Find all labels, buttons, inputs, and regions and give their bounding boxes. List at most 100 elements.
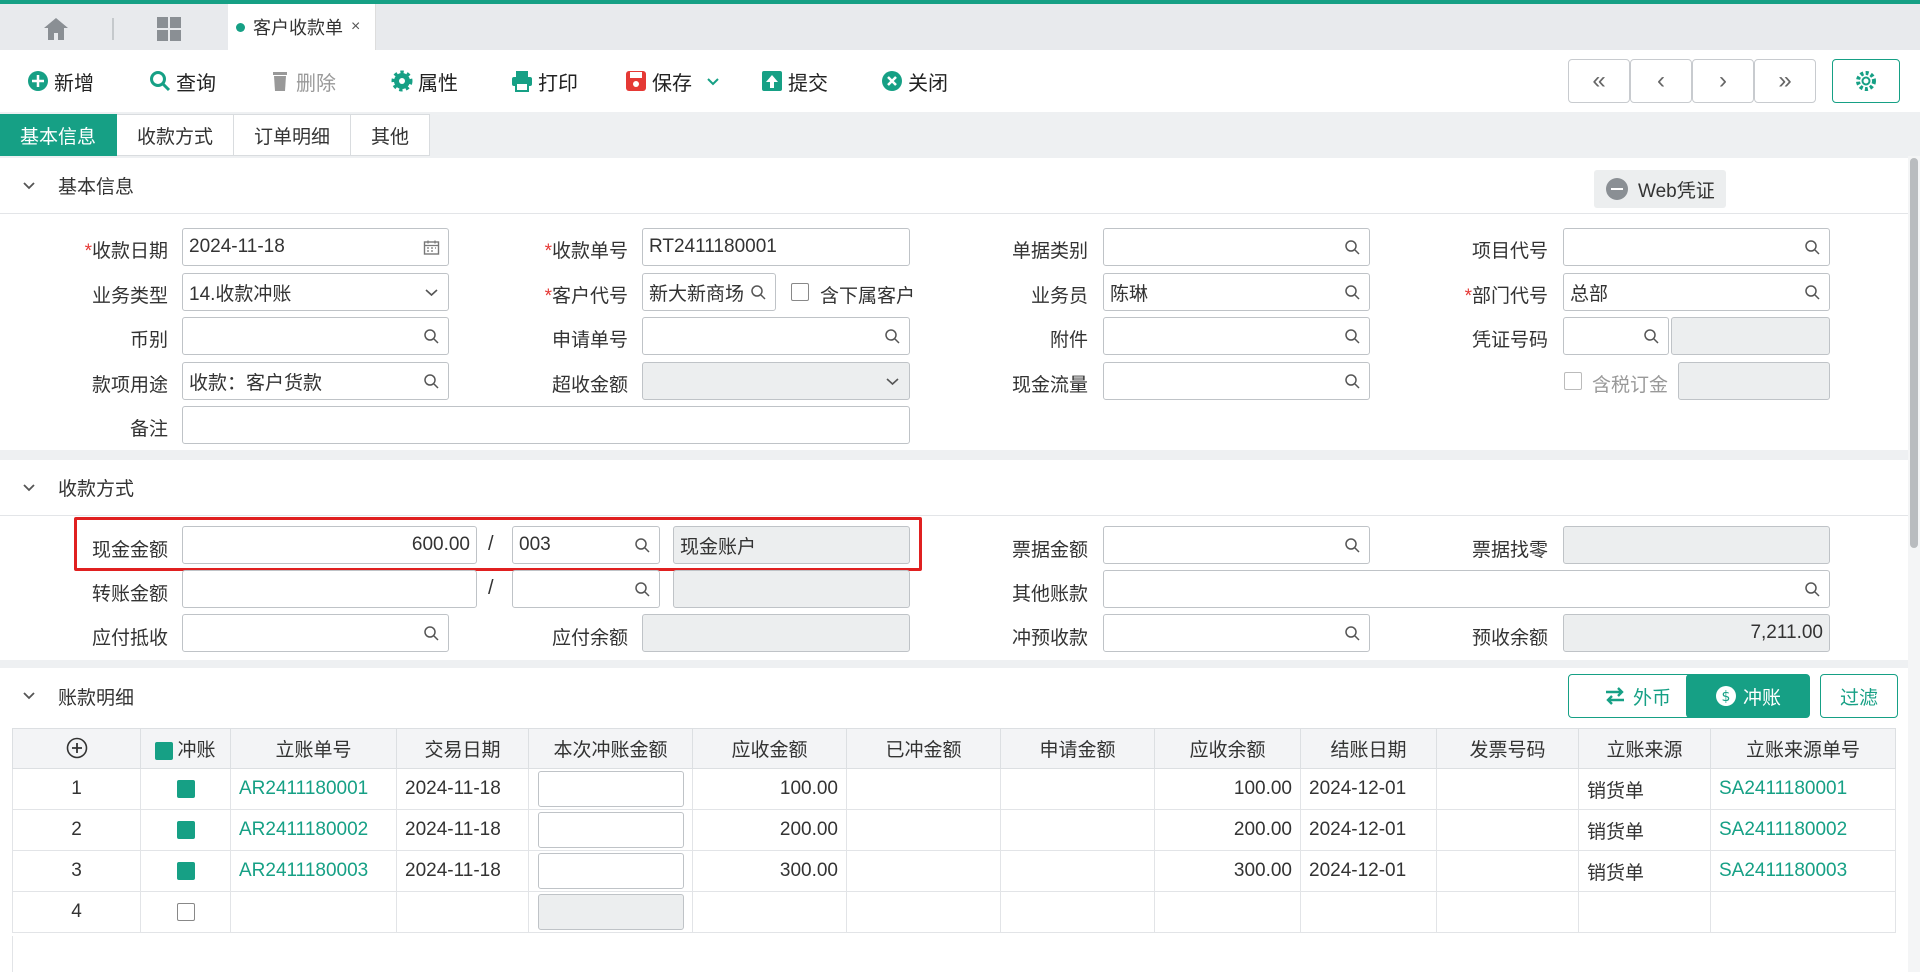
apply-no-field[interactable]	[642, 317, 910, 355]
payable-offset-field[interactable]	[182, 614, 449, 652]
search-icon[interactable]	[1344, 284, 1361, 301]
chevron-down-icon[interactable]	[704, 72, 722, 90]
include-sub-customer-checkbox[interactable]	[791, 283, 809, 301]
col-close-date[interactable]: 结账日期	[1300, 728, 1437, 769]
search-icon[interactable]	[884, 328, 901, 345]
new-button[interactable]: 新增	[26, 65, 94, 97]
close-button[interactable]: 关闭	[880, 65, 948, 97]
calendar-icon[interactable]	[423, 239, 440, 256]
save-button[interactable]: 保存	[624, 65, 722, 97]
settle-amount-input[interactable]	[537, 894, 684, 930]
row-settle-checkbox[interactable]	[176, 820, 195, 839]
remark-field[interactable]	[182, 406, 910, 444]
search-icon[interactable]	[1344, 328, 1361, 345]
first-record-button[interactable]: «	[1568, 59, 1630, 103]
col-source[interactable]: 立账来源	[1578, 728, 1711, 769]
search-icon[interactable]	[423, 328, 440, 345]
source-no-link[interactable]: SA2411180003	[1710, 850, 1896, 892]
tab-payment-method[interactable]: 收款方式	[117, 114, 235, 156]
other-payment-field[interactable]	[1103, 570, 1830, 608]
settle-amount-input[interactable]	[537, 812, 684, 848]
cash-flow-field[interactable]	[1103, 362, 1370, 400]
delete-button[interactable]: 删除	[268, 65, 336, 97]
filter-button[interactable]: 过滤	[1820, 674, 1898, 718]
search-icon[interactable]	[423, 625, 440, 642]
close-tab-icon[interactable]: ×	[351, 18, 360, 36]
prev-record-button[interactable]: ‹	[1630, 59, 1692, 103]
col-settle[interactable]: 冲账	[140, 728, 231, 769]
row-settle-checkbox[interactable]	[176, 861, 195, 880]
col-settled[interactable]: 已冲金额	[846, 728, 1001, 769]
settle-button[interactable]: $ 冲账	[1686, 674, 1810, 718]
source-no-link[interactable]: SA2411180001	[1710, 768, 1896, 810]
ar-no-link[interactable]: AR2411180002	[230, 809, 397, 851]
tax-deposit-checkbox[interactable]	[1564, 372, 1582, 390]
query-button[interactable]: 查询	[148, 65, 216, 97]
add-row-header[interactable]	[12, 728, 141, 769]
scrollbar-thumb[interactable]	[1910, 158, 1918, 548]
ar-no-link[interactable]	[230, 891, 397, 933]
prepay-offset-field[interactable]	[1103, 614, 1370, 652]
add-circle-icon[interactable]	[66, 737, 88, 759]
apps-grid-icon[interactable]	[156, 16, 182, 42]
select-all-checkbox[interactable]	[155, 741, 174, 760]
tab-other[interactable]: 其他	[351, 114, 431, 156]
search-icon[interactable]	[1344, 239, 1361, 256]
col-ar-no[interactable]: 立账单号	[230, 728, 397, 769]
purpose-field[interactable]: 收款：客户货款	[182, 362, 449, 400]
settings-button[interactable]	[1832, 59, 1900, 103]
customer-code-field[interactable]: 新大新商场	[642, 273, 776, 311]
web-voucher-button[interactable]: Web凭证	[1594, 170, 1726, 208]
row-settle-checkbox[interactable]	[176, 779, 195, 798]
payment-header[interactable]: 收款方式	[0, 460, 1908, 516]
ar-no-link[interactable]: AR2411180001	[230, 768, 397, 810]
col-invoice-no[interactable]: 发票号码	[1436, 728, 1579, 769]
search-icon[interactable]	[634, 581, 651, 598]
search-icon[interactable]	[423, 373, 440, 390]
col-balance[interactable]: 应收余额	[1154, 728, 1301, 769]
receipt-no-field[interactable]: RT2411180001	[642, 228, 910, 266]
home-icon[interactable]	[40, 16, 72, 42]
settle-amount-input[interactable]	[537, 771, 684, 807]
search-icon[interactable]	[1804, 239, 1821, 256]
tab-order-detail[interactable]: 订单明细	[234, 114, 352, 156]
search-icon[interactable]	[1643, 328, 1660, 345]
row-settle-checkbox[interactable]	[176, 902, 195, 921]
salesperson-field[interactable]: 陈琳	[1103, 273, 1370, 311]
attachment-field[interactable]	[1103, 317, 1370, 355]
transfer-account-code-field[interactable]	[512, 570, 660, 608]
dept-code-field[interactable]: 总部	[1563, 273, 1830, 311]
col-receivable[interactable]: 应收金额	[692, 728, 847, 769]
table-row[interactable]: 4	[12, 891, 1896, 933]
search-icon[interactable]	[1344, 373, 1361, 390]
ar-no-link[interactable]: AR2411180003	[230, 850, 397, 892]
search-icon[interactable]	[1804, 581, 1821, 598]
tab-basic-info[interactable]: 基本信息	[0, 114, 118, 156]
doc-type-field[interactable]	[1103, 228, 1370, 266]
transfer-amount-field[interactable]	[182, 570, 477, 608]
next-record-button[interactable]: ›	[1692, 59, 1754, 103]
bill-amount-field[interactable]	[1103, 526, 1370, 564]
settle-amount-input[interactable]	[537, 853, 684, 889]
voucher-no-field[interactable]	[1563, 317, 1669, 355]
table-row[interactable]: 2 AR2411180002 2024-11-18 200.00 200.00 2024-…	[12, 809, 1896, 851]
submit-button[interactable]: 提交	[760, 65, 828, 97]
properties-button[interactable]: 属性	[390, 65, 458, 97]
table-row[interactable]: 1 AR2411180001 2024-11-18 100.00 100.00 2024-…	[12, 768, 1896, 810]
search-icon[interactable]	[1344, 537, 1361, 554]
currency-field[interactable]	[182, 317, 449, 355]
document-tab[interactable]: 客户收款单 ×	[228, 4, 376, 50]
date-field[interactable]: 2024-11-18	[182, 228, 449, 266]
col-source-no[interactable]: 立账来源单号	[1710, 728, 1896, 769]
search-icon[interactable]	[1804, 284, 1821, 301]
last-record-button[interactable]: »	[1754, 59, 1816, 103]
table-row[interactable]: 3 AR2411180003 2024-11-18 300.00 300.00 2024-…	[12, 850, 1896, 892]
print-button[interactable]: 打印	[510, 65, 578, 97]
search-icon[interactable]	[750, 284, 767, 301]
col-settle-amount[interactable]: 本次冲账金额	[528, 728, 693, 769]
search-icon[interactable]	[1344, 625, 1361, 642]
source-no-link[interactable]: SA2411180002	[1710, 809, 1896, 851]
col-trade-date[interactable]: 交易日期	[396, 728, 529, 769]
project-code-field[interactable]	[1563, 228, 1830, 266]
col-apply-amount[interactable]: 申请金额	[1000, 728, 1155, 769]
